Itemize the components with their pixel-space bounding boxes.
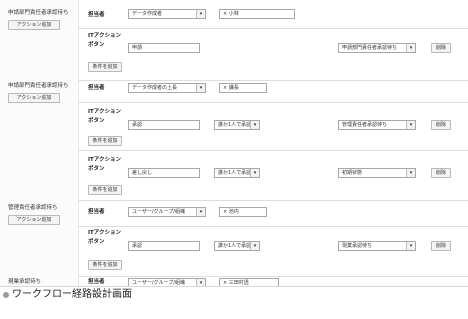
assignee-type-value: ユーザー/グループ/組織 bbox=[132, 280, 185, 286]
chevron-down-icon: ▾ bbox=[250, 169, 259, 177]
assignee-field[interactable]: × 課長 bbox=[219, 83, 267, 93]
chevron-down-icon: ▾ bbox=[406, 169, 415, 177]
delete-button[interactable]: 削除 bbox=[431, 241, 451, 251]
next-status-select[interactable]: 申請部門責任者承認待ち ▾ bbox=[338, 43, 416, 53]
chevron-down-icon: ▾ bbox=[196, 10, 205, 18]
add-condition-button[interactable]: 条件を追加 bbox=[88, 62, 122, 72]
action-name-input[interactable]: 差し戻し bbox=[128, 168, 200, 178]
step-label: 現業承認待ち bbox=[8, 279, 42, 285]
divider bbox=[78, 150, 468, 151]
next-status-value: 初期状態 bbox=[342, 170, 363, 176]
assignee-type-value: データ作成者の上長 bbox=[132, 85, 178, 91]
action-label-sub: ボタン bbox=[88, 42, 105, 48]
add-condition-button[interactable]: 条件を追加 bbox=[88, 136, 122, 146]
workflow-step-1: 申請部門責任者承認待ち アクション追加 担当者 データ作成者 ▾ × 小林 IT… bbox=[0, 0, 468, 80]
assignee-type-value: ユーザー/グループ/組織 bbox=[132, 209, 185, 215]
add-condition-button[interactable]: 条件を追加 bbox=[88, 260, 122, 270]
action-name-input[interactable]: 承認 bbox=[128, 241, 200, 251]
condition-value: 誰か1人で承認 bbox=[218, 122, 252, 128]
add-action-button[interactable]: アクション追加 bbox=[8, 215, 60, 225]
step-label: 申請部門責任者承認待ち bbox=[8, 10, 69, 16]
assignee-type-select[interactable]: データ作成者の上長 ▾ bbox=[128, 83, 206, 93]
assignee-label: 担当者 bbox=[88, 209, 105, 215]
chevron-down-icon: ▾ bbox=[406, 121, 415, 129]
assignee-type-select[interactable]: ユーザー/グループ/組織 ▾ bbox=[128, 278, 206, 286]
assignee-type-value: データ作成者 bbox=[132, 11, 163, 17]
add-action-button[interactable]: アクション追加 bbox=[8, 93, 60, 103]
delete-button[interactable]: 削除 bbox=[431, 43, 451, 53]
divider bbox=[78, 102, 468, 103]
next-status-value: 現業承認待ち bbox=[342, 243, 373, 249]
next-status-select[interactable]: 現業承認待ち ▾ bbox=[338, 241, 416, 251]
add-action-button[interactable]: アクション追加 bbox=[8, 20, 60, 30]
condition-select[interactable]: 誰か1人で承認 ▾ bbox=[214, 120, 260, 130]
assignee-type-select[interactable]: ユーザー/グループ/組織 ▾ bbox=[128, 207, 206, 217]
step-label: 申請部門責任者承認待ち bbox=[8, 83, 69, 89]
action-label: ITアクション bbox=[88, 109, 122, 115]
next-status-value: 申請部門責任者承認待ち bbox=[342, 45, 398, 51]
condition-value: 誰か1人で承認 bbox=[218, 243, 252, 249]
assignee-label: 担当者 bbox=[88, 279, 105, 285]
workflow-editor: 申請部門責任者承認待ち アクション追加 担当者 データ作成者 ▾ × 小林 IT… bbox=[0, 0, 468, 287]
chevron-down-icon: ▾ bbox=[406, 242, 415, 250]
step-label: 管理責任者承認待ち bbox=[8, 205, 58, 211]
workflow-step-4: 現業承認待ち 担当者 ユーザー/グループ/組織 ▾ × 三田村透 bbox=[0, 276, 468, 286]
condition-value: 誰か1人で承認 bbox=[218, 170, 252, 176]
chevron-down-icon: ▾ bbox=[196, 208, 205, 216]
action-label-sub: ボタン bbox=[88, 239, 105, 245]
assignee-type-select[interactable]: データ作成者 ▾ bbox=[128, 9, 206, 19]
chevron-down-icon: ▾ bbox=[196, 84, 205, 92]
action-name-input[interactable]: 承認 bbox=[128, 120, 200, 130]
delete-button[interactable]: 削除 bbox=[431, 120, 451, 130]
assignee-field[interactable]: × 小林 bbox=[219, 9, 295, 19]
bullet-icon bbox=[3, 292, 9, 298]
figure-caption: ワークフロー経路設計画面 bbox=[12, 289, 132, 300]
workflow-step-3: 管理責任者承認待ち アクション追加 担当者 ユーザー/グループ/組織 ▾ × 池… bbox=[0, 200, 468, 276]
chevron-down-icon: ▾ bbox=[196, 279, 205, 286]
add-condition-button[interactable]: 条件を追加 bbox=[88, 185, 122, 195]
action-label-sub: ボタン bbox=[88, 166, 105, 172]
action-label-sub: ボタン bbox=[88, 118, 105, 124]
next-status-select[interactable]: 管理責任者承認待ち ▾ bbox=[338, 120, 416, 130]
assignee-label: 担当者 bbox=[88, 12, 105, 18]
divider bbox=[78, 226, 468, 227]
assignee-field[interactable]: × 三田村透 bbox=[219, 278, 279, 286]
assignee-field[interactable]: × 池内 bbox=[219, 207, 267, 217]
delete-button[interactable]: 削除 bbox=[431, 168, 451, 178]
condition-select[interactable]: 誰か1人で承認 ▾ bbox=[214, 241, 260, 251]
assignee-label: 担当者 bbox=[88, 85, 105, 91]
condition-select[interactable]: 誰か1人で承認 ▾ bbox=[214, 168, 260, 178]
next-status-value: 管理責任者承認待ち bbox=[342, 122, 388, 128]
action-label: ITアクション bbox=[88, 230, 122, 236]
next-status-select[interactable]: 初期状態 ▾ bbox=[338, 168, 416, 178]
chevron-down-icon: ▾ bbox=[406, 44, 415, 52]
workflow-step-2: 申請部門責任者承認待ち アクション追加 担当者 データ作成者の上長 ▾ × 課長… bbox=[0, 80, 468, 200]
action-label: ITアクション bbox=[88, 33, 122, 39]
chevron-down-icon: ▾ bbox=[250, 242, 259, 250]
action-name-input[interactable]: 申請 bbox=[128, 43, 200, 53]
divider bbox=[78, 28, 468, 29]
action-label: ITアクション bbox=[88, 157, 122, 163]
chevron-down-icon: ▾ bbox=[250, 121, 259, 129]
